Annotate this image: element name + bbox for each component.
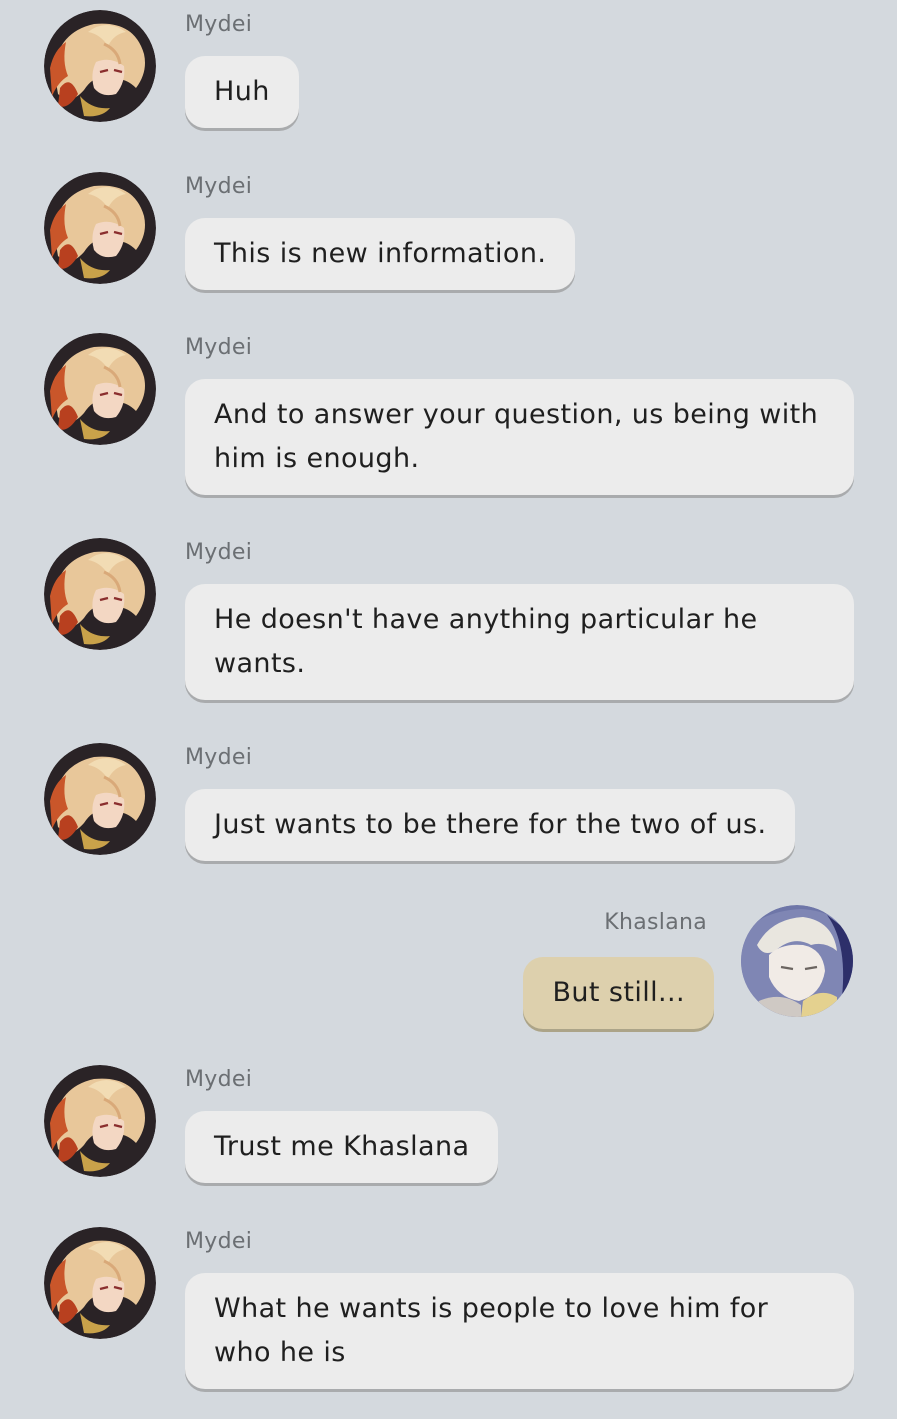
mydei-avatar-icon[interactable]: [44, 1065, 156, 1177]
message-bubble[interactable]: This is new information.: [185, 218, 576, 290]
message-bubble[interactable]: What he wants is people to love him for …: [185, 1273, 854, 1389]
message-bubble[interactable]: Trust me Khaslana: [185, 1111, 499, 1183]
mydei-avatar-icon[interactable]: [44, 172, 156, 284]
sender-name: Mydei: [185, 174, 253, 199]
mydei-avatar-icon[interactable]: [44, 1227, 156, 1339]
mydei-avatar-icon[interactable]: [44, 743, 156, 855]
message-bubble[interactable]: Huh: [185, 56, 299, 128]
message-bubble[interactable]: He doesn't have anything particular he w…: [185, 584, 854, 700]
khaslana-avatar-icon[interactable]: [741, 905, 853, 1017]
message-bubble[interactable]: And to answer your question, us being wi…: [185, 379, 854, 495]
sender-name: Mydei: [185, 540, 253, 565]
chat-log: Mydei Huh Mydei This is new information.…: [0, 0, 897, 1419]
sender-name: Mydei: [185, 12, 253, 37]
message-bubble[interactable]: Just wants to be there for the two of us…: [185, 789, 796, 861]
sender-name: Mydei: [185, 1229, 253, 1254]
mydei-avatar-icon[interactable]: [44, 333, 156, 445]
sender-name: Khaslana: [604, 910, 707, 935]
sender-name: Mydei: [185, 745, 253, 770]
sender-name: Mydei: [185, 335, 253, 360]
mydei-avatar-icon[interactable]: [44, 538, 156, 650]
sender-name: Mydei: [185, 1067, 253, 1092]
message-bubble-self[interactable]: But still...: [523, 957, 714, 1029]
mydei-avatar-icon[interactable]: [44, 10, 156, 122]
